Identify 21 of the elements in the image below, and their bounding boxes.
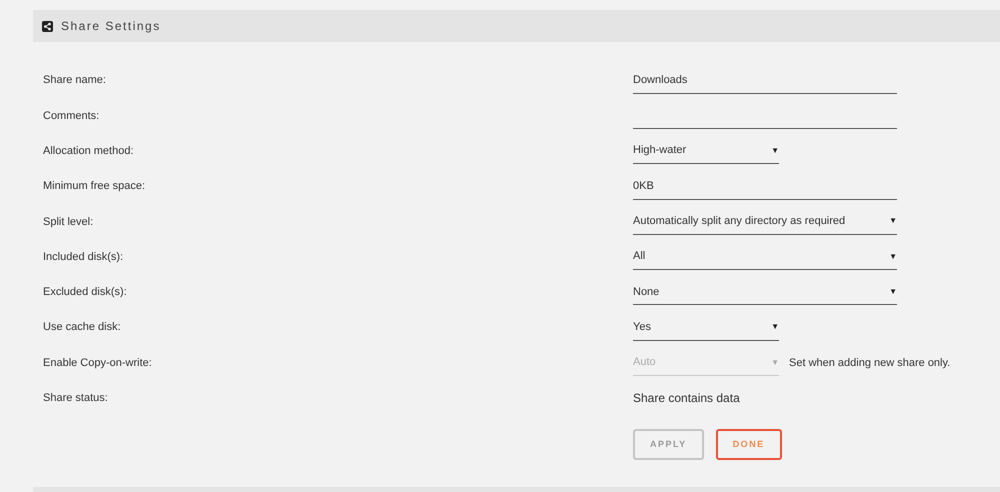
dropdown-field[interactable]: High-water ▼ — [633, 138, 779, 164]
text-field[interactable]: Downloads — [633, 68, 897, 94]
share-icon — [42, 20, 53, 32]
field-label: Share name: — [43, 73, 107, 88]
dropdown-field[interactable]: All ▼ — [633, 244, 897, 270]
field-label: Share status: — [43, 391, 109, 406]
dropdown-field[interactable]: Automatically split any directory as required ▼ — [633, 208, 897, 235]
dropdown-field[interactable]: None ▼ — [633, 279, 897, 306]
field-label: Enable Copy-on-write: — [43, 356, 153, 371]
field-label: Split level: — [43, 214, 94, 230]
field-label: Minimum free space: — [43, 179, 146, 194]
field-label: Excluded disk(s): — [43, 285, 128, 300]
status-text: Share contains data — [633, 390, 740, 408]
field-label: Allocation method: — [43, 144, 134, 159]
section-title: Share Settings — [61, 18, 161, 35]
text-field[interactable]: 0KB — [633, 174, 897, 200]
field-label: Comments: — [43, 108, 100, 124]
field-label: Included disk(s): — [43, 250, 124, 265]
field-label: Use cache disk: — [43, 320, 122, 336]
field-note: Set when adding new share only. — [789, 356, 950, 371]
dropdown-field[interactable]: Yes ▼ — [633, 314, 779, 341]
